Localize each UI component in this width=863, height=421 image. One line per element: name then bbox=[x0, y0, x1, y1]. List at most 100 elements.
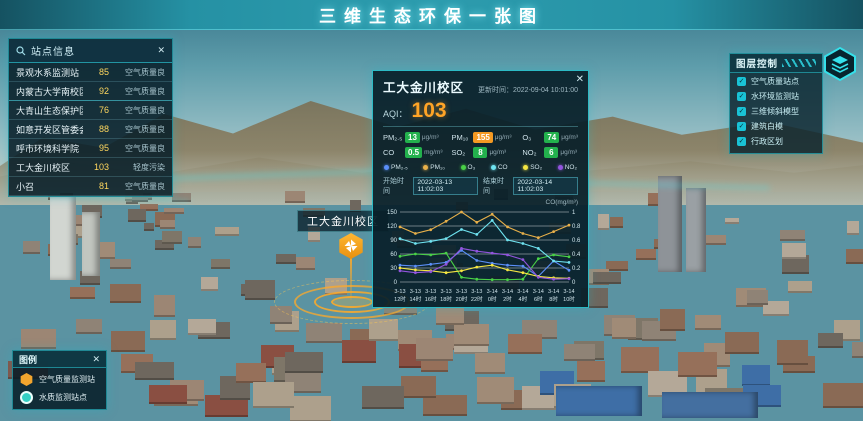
legend-item[interactable]: 水质监测站点 bbox=[13, 386, 106, 404]
pollutant-name: SO₂ bbox=[451, 148, 471, 157]
layers-hexagon-icon[interactable] bbox=[822, 46, 858, 82]
checkbox-checked-icon[interactable]: ✓ bbox=[737, 122, 746, 131]
station-aqi-value: 81 bbox=[87, 181, 109, 191]
station-row[interactable]: 如意开发区管委会88空气质量良 bbox=[9, 120, 172, 139]
building-block bbox=[416, 338, 453, 361]
building-block bbox=[477, 377, 514, 404]
checkbox-checked-icon[interactable]: ✓ bbox=[737, 77, 746, 86]
legend-label: CO bbox=[498, 164, 508, 171]
station-status: 空气质量良 bbox=[113, 86, 165, 97]
building-block bbox=[475, 353, 505, 374]
page-title: 三维生态环保一张图 bbox=[319, 2, 544, 27]
close-icon[interactable]: ✕ bbox=[92, 355, 100, 364]
layer-toggle-row[interactable]: ✓ 行政区划 bbox=[730, 133, 822, 148]
layer-panel-header: 图层控制 bbox=[730, 54, 822, 73]
layer-control-panel: 图层控制 ✓空气质量站点✓水环境监测站✓三维倾斜模型✓建筑白模✓行政区划 bbox=[729, 53, 823, 154]
station-aqi-value: 103 bbox=[87, 162, 109, 172]
building-block bbox=[164, 208, 184, 214]
building-block bbox=[154, 295, 175, 317]
layer-label: 建筑白模 bbox=[751, 121, 783, 132]
svg-text:3-14: 3-14 bbox=[487, 289, 498, 295]
building-block bbox=[780, 230, 805, 241]
svg-text:3-14: 3-14 bbox=[563, 289, 574, 295]
layer-label: 行政区划 bbox=[751, 136, 783, 147]
close-icon[interactable]: ✕ bbox=[157, 46, 165, 55]
layer-toggle-row[interactable]: ✓水环境监测站 bbox=[730, 88, 822, 103]
station-name: 小召 bbox=[16, 180, 83, 193]
layer-toggle-row[interactable]: ✓ 建筑白模 bbox=[730, 118, 822, 133]
building-block bbox=[423, 395, 467, 416]
building-block bbox=[342, 340, 376, 363]
building-block bbox=[606, 261, 628, 271]
station-name: 工大金川校区 bbox=[16, 161, 83, 174]
svg-text:0.2: 0.2 bbox=[572, 266, 580, 272]
legend-item[interactable]: 空气质量监测站 bbox=[13, 368, 106, 386]
station-aqi-value: 95 bbox=[87, 143, 109, 153]
layer-toggle-row[interactable]: ✓三维倾斜模型 bbox=[730, 103, 822, 118]
pollutant-item: NO₂6μg/m³ bbox=[522, 147, 578, 158]
chart-legend-item[interactable]: SO₂ bbox=[523, 164, 542, 171]
building-block bbox=[296, 257, 315, 270]
legend-label: SO₂ bbox=[530, 164, 542, 171]
building-block bbox=[610, 217, 623, 228]
station-status: 轻度污染 bbox=[113, 162, 165, 173]
layer-toggle-row[interactable]: ✓空气质量站点 bbox=[730, 73, 822, 88]
chart-legend-item[interactable]: O₃ bbox=[461, 164, 476, 171]
building-block bbox=[564, 344, 595, 361]
svg-text:10时: 10时 bbox=[563, 295, 575, 303]
station-rows: 景观水系监测站85空气质量良内蒙古大学南校区92空气质量良大青山生态保护区76空… bbox=[9, 63, 172, 196]
building-block bbox=[852, 342, 863, 358]
pollutant-unit: μg/m³ bbox=[495, 134, 512, 141]
end-time-input[interactable]: 2022-03-14 11:02:03 bbox=[513, 177, 578, 195]
checkbox-checked-icon[interactable]: ✓ bbox=[737, 137, 746, 146]
svg-text:16时: 16时 bbox=[425, 295, 437, 303]
svg-text:3-13: 3-13 bbox=[471, 289, 482, 295]
pollutant-value-badge: 13 bbox=[405, 132, 420, 143]
checkbox-checked-icon[interactable]: ✓ bbox=[737, 92, 746, 101]
building-block bbox=[188, 319, 216, 335]
update-time-value: 2022-09-04 10:01:00 bbox=[513, 87, 578, 94]
chart-legend-item[interactable]: PM₂.₅ bbox=[384, 164, 408, 171]
marker-stem bbox=[350, 258, 352, 300]
building-block bbox=[598, 214, 609, 230]
svg-text:3-14: 3-14 bbox=[517, 289, 528, 295]
station-row[interactable]: 景观水系监测站85空气质量良 bbox=[9, 63, 172, 82]
close-icon[interactable]: ✕ bbox=[576, 74, 584, 85]
start-time-input[interactable]: 2022-03-13 11:02:03 bbox=[413, 177, 478, 195]
pollutant-item: PM₁₀155μg/m³ bbox=[451, 132, 520, 143]
svg-text:18时: 18时 bbox=[440, 295, 452, 303]
building-block bbox=[236, 363, 266, 383]
building-block bbox=[111, 331, 145, 352]
svg-text:20时: 20时 bbox=[456, 295, 468, 303]
building-block bbox=[782, 243, 806, 259]
building-block bbox=[144, 223, 154, 231]
building-block bbox=[23, 241, 40, 254]
building-block bbox=[660, 309, 685, 331]
svg-text:12时: 12时 bbox=[394, 295, 406, 303]
legend-label: PM₁₀ bbox=[430, 164, 445, 171]
station-row[interactable]: 小召81空气质量良 bbox=[9, 177, 172, 196]
pollutant-value-badge: 6 bbox=[544, 147, 558, 158]
building-block bbox=[823, 383, 863, 408]
blue-roof-shed bbox=[556, 386, 642, 416]
marker-pulse-ring bbox=[331, 296, 373, 308]
building-block bbox=[747, 290, 768, 305]
svg-text:1: 1 bbox=[572, 210, 576, 216]
station-row[interactable]: 内蒙古大学南校区92空气质量良 bbox=[9, 82, 172, 101]
aqi-value: 103 bbox=[412, 99, 447, 123]
station-row[interactable]: 呼市环境科学院95空气质量良 bbox=[9, 139, 172, 158]
pollutant-value-badge: 0.5 bbox=[405, 147, 422, 158]
svg-text:22时: 22时 bbox=[471, 295, 483, 303]
building-block bbox=[276, 254, 296, 264]
station-row[interactable]: 大青山生态保护区76空气质量良 bbox=[9, 101, 172, 120]
station-row[interactable]: 工大金川校区 103 轻度污染 bbox=[9, 158, 172, 177]
svg-text:4时: 4时 bbox=[519, 295, 528, 303]
checkbox-checked-icon[interactable]: ✓ bbox=[737, 107, 746, 116]
chart-legend-item[interactable]: CO bbox=[491, 164, 508, 171]
chart-legend-item[interactable]: NO₂ bbox=[558, 164, 577, 171]
building-block bbox=[162, 231, 182, 244]
building-block bbox=[290, 396, 331, 421]
building-block bbox=[76, 319, 102, 334]
chart-legend-item[interactable]: PM₁₀ bbox=[423, 164, 445, 171]
station-name: 大青山生态保护区 bbox=[16, 104, 83, 117]
